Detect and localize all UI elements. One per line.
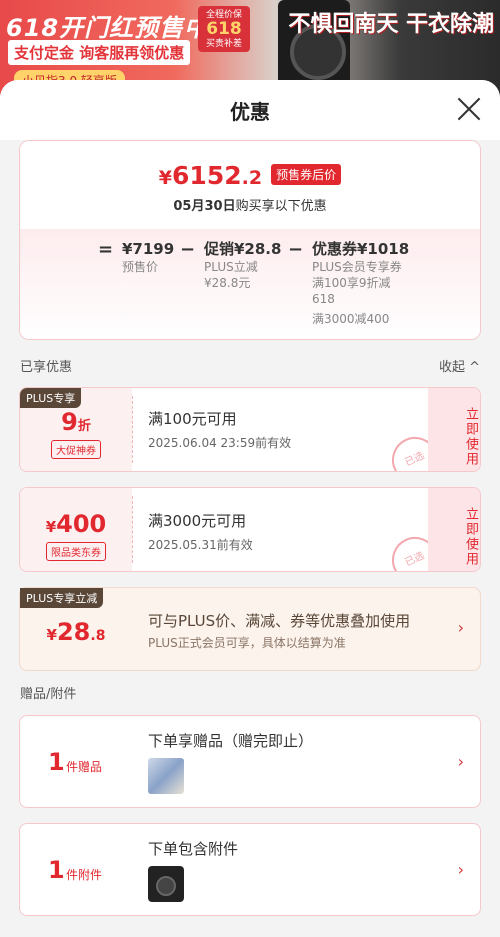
chevron-right-icon: › (457, 860, 464, 879)
coupon-expiry: 2025.06.04 23:59前有效 (148, 436, 292, 450)
plus-sub: PLUS正式会员可享，具体以结算为准 (148, 636, 346, 650)
coupon-title: 满3000元可用 (148, 512, 247, 530)
badge-bottom: 买贵补差 (205, 39, 242, 49)
minus-sign: − (180, 239, 196, 260)
gift-unit: 件赠品 (66, 760, 103, 774)
room-icon (148, 758, 184, 794)
gift-title: 下单享赠品（赠完即止） (148, 732, 314, 750)
coupon-value: 9折 (61, 408, 91, 436)
price-summary: ¥6152.2 预售券后价 05月30日购买享以下优惠 = ¥7199 预售价 … (19, 140, 481, 340)
price-tag: 预售券后价 (271, 164, 342, 185)
plus-title: 可与PLUS价、满减、券等优惠叠加使用 (148, 612, 411, 630)
coupon-subtag: 限品类东券 (46, 542, 106, 561)
coupon-discount: 优惠券¥1018 PLUS会员专享券 满100享9折减 618 满3000减40… (312, 240, 410, 326)
gift-unit: 件附件 (66, 868, 103, 882)
badge-num: 618 (206, 19, 242, 39)
banner-right-text: 不惧回南天 干衣除潮 (288, 12, 494, 37)
coupon-card: ¥400 限品类东券 满3000元可用 2025.05.31前有效 已选 立即使… (19, 487, 481, 572)
use-coupon-button[interactable]: 立即使用 (428, 488, 480, 571)
coupon-title: 满100元可用 (148, 410, 237, 428)
plus-tag: PLUS专享 (20, 388, 82, 408)
gift-card[interactable]: 1 件附件 下单包含附件 › (19, 823, 481, 916)
coupon-card: PLUS专享 9折 大促神券 满100元可用 2025.06.04 23:59前… (19, 387, 481, 472)
equals-sign: = (98, 239, 114, 260)
gift-count: 1 (48, 856, 65, 884)
plus-discount-card[interactable]: PLUS专享立减 ¥28.8 可与PLUS价、满减、券等优惠叠加使用 PLUS正… (19, 587, 481, 671)
sheet-header: 优惠 (0, 80, 500, 140)
gift-card[interactable]: 1 件赠品 下单享赠品（赠完即止） › (19, 715, 481, 808)
section-enjoyed: 已享优惠 (20, 360, 73, 375)
gift-title: 下单包含附件 (148, 840, 239, 858)
collapse-button[interactable]: 收起 ^ (439, 356, 480, 375)
final-price: ¥6152.2 (158, 161, 263, 190)
gift-count: 1 (48, 748, 65, 776)
banner-headline: 618开门红预售中 (6, 14, 210, 42)
price-date: 05月30日购买享以下优惠 (173, 199, 327, 214)
chevron-right-icon: › (457, 752, 464, 771)
section-gifts: 赠品/附件 (20, 687, 77, 702)
close-icon[interactable] (456, 96, 482, 122)
plus-tag: PLUS专享立减 (20, 588, 104, 608)
base-price: ¥7199 预售价 (122, 240, 175, 274)
promo-discount: 促销¥28.8 PLUS立减 ¥28.8元 (204, 240, 282, 290)
sheet-title: 优惠 (230, 100, 270, 124)
chevron-right-icon: › (457, 618, 464, 637)
coupon-value: ¥400 (45, 510, 107, 538)
coupon-expiry: 2025.05.31前有效 (148, 538, 253, 552)
price-protect-badge: 全程价保 618 买贵补差 (198, 6, 250, 52)
plus-value: ¥28.8 (46, 618, 106, 646)
use-coupon-button[interactable]: 立即使用 (428, 388, 480, 471)
coupon-subtag: 大促神券 (51, 440, 101, 459)
washer-icon (148, 866, 184, 902)
minus-sign: − (288, 239, 304, 260)
discount-sheet: 优惠 ¥6152.2 预售券后价 05月30日购买享以下优惠 = ¥7199 预… (0, 80, 500, 937)
banner-sub: 支付定金 询客服再领优惠 (8, 40, 191, 65)
